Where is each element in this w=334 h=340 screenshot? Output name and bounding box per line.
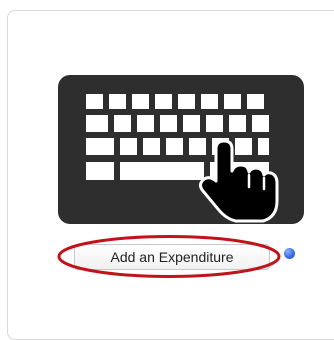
keyboard-with-hand-icon[interactable] [58, 75, 304, 224]
expenditure-card: Add an Expenditure [7, 10, 334, 340]
highlight-circle [57, 235, 281, 278]
info-icon[interactable] [284, 248, 295, 259]
add-expenditure-group: Add an Expenditure [56, 234, 282, 279]
